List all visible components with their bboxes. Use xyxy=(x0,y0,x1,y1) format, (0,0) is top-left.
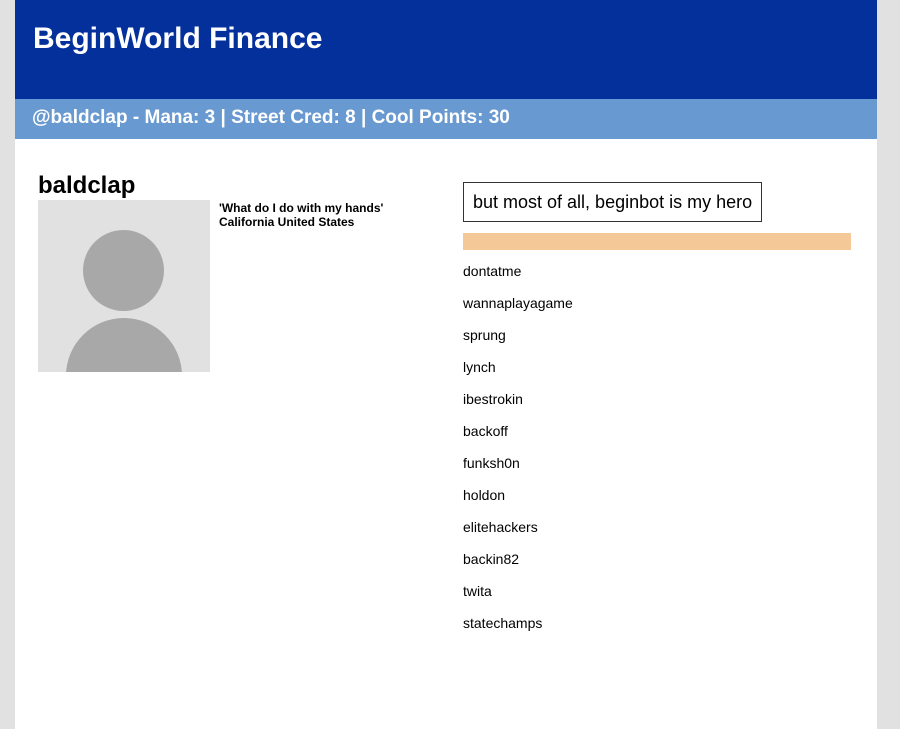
command-item[interactable]: elitehackers xyxy=(463,519,573,551)
profile-quote: 'What do I do with my hands' xyxy=(219,201,384,215)
command-item[interactable]: wannaplayagame xyxy=(463,295,573,327)
command-item[interactable]: lynch xyxy=(463,359,573,391)
command-item[interactable]: sprung xyxy=(463,327,573,359)
avatar-head-shape xyxy=(83,230,164,311)
accent-bar xyxy=(463,233,851,250)
command-item[interactable]: twita xyxy=(463,583,573,615)
profile-location: California United States xyxy=(219,215,355,229)
command-item[interactable]: backoff xyxy=(463,423,573,455)
command-item[interactable]: dontatme xyxy=(463,263,573,295)
user-stats-text: @baldclap - Mana: 3 | Street Cred: 8 | C… xyxy=(32,107,510,128)
site-header: BeginWorld Finance xyxy=(15,0,877,99)
command-item[interactable]: holdon xyxy=(463,487,573,519)
user-stats-bar: @baldclap - Mana: 3 | Street Cred: 8 | C… xyxy=(15,99,877,139)
command-list: dontatme wannaplayagame sprung lynch ibe… xyxy=(463,263,573,647)
avatar-body-shape xyxy=(66,318,182,372)
default-user-avatar-icon xyxy=(38,200,210,372)
motto-box: but most of all, beginbot is my hero xyxy=(463,182,763,222)
page-container: BeginWorld Finance @baldclap - Mana: 3 |… xyxy=(15,0,877,729)
command-item[interactable]: backin82 xyxy=(463,551,573,583)
command-item[interactable]: funksh0n xyxy=(463,455,573,487)
profile-username: baldclap xyxy=(38,172,136,199)
profile-meta: 'What do I do with my hands' California … xyxy=(219,201,383,229)
command-item[interactable]: ibestrokin xyxy=(463,391,573,423)
site-title[interactable]: BeginWorld Finance xyxy=(33,21,322,57)
command-item[interactable]: statechamps xyxy=(463,615,573,647)
